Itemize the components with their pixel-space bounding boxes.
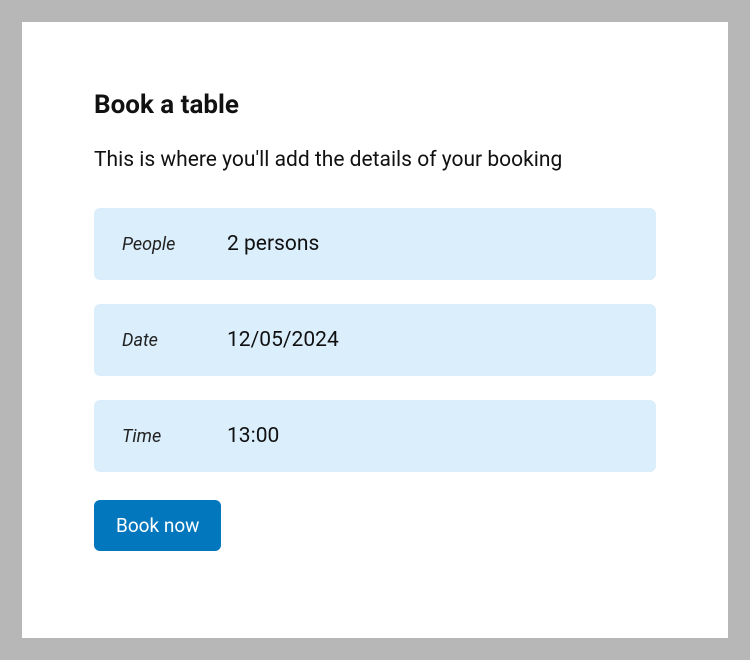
people-input[interactable] <box>227 232 628 256</box>
date-field[interactable]: Date <box>94 304 656 376</box>
date-label: Date <box>122 330 227 351</box>
time-label: Time <box>122 426 227 447</box>
time-input[interactable] <box>227 424 628 448</box>
people-label: People <box>122 234 227 255</box>
date-input[interactable] <box>227 328 628 352</box>
book-now-button[interactable]: Book now <box>94 500 221 551</box>
booking-card: Book a table This is where you'll add th… <box>22 22 728 638</box>
page-title: Book a table <box>94 90 656 120</box>
page-subtitle: This is where you'll add the details of … <box>94 148 656 172</box>
people-field[interactable]: People <box>94 208 656 280</box>
time-field[interactable]: Time <box>94 400 656 472</box>
